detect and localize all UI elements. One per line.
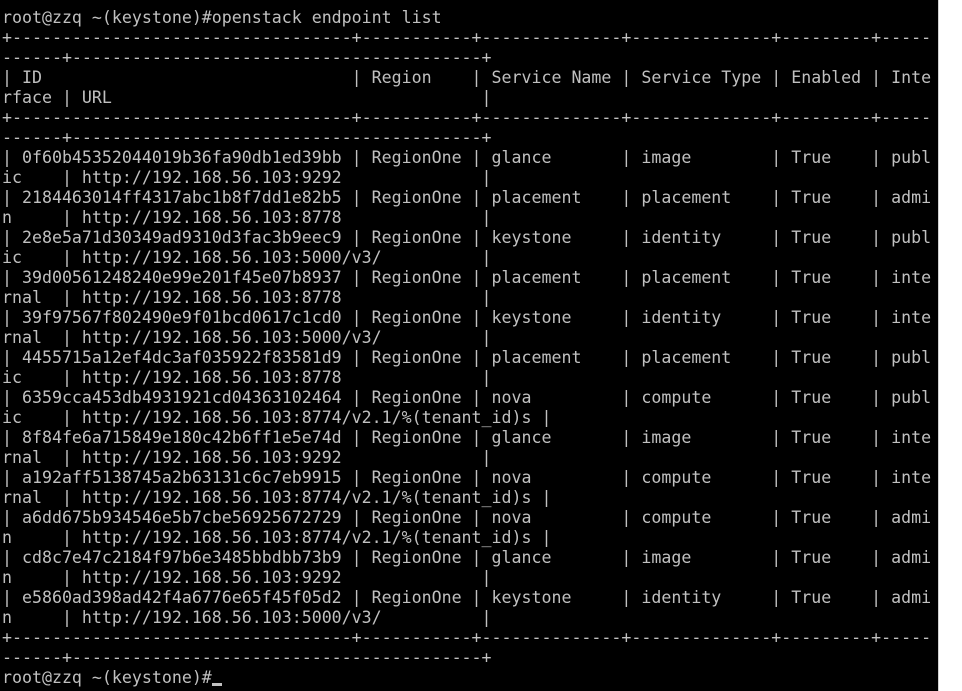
table-row-wrap: rnal | http://192.168.56.103:5000/v3/ | bbox=[2, 328, 492, 347]
prompt-line[interactable]: root@zzq ~(keystone)# bbox=[2, 668, 222, 688]
table-row-wrap: n | http://192.168.56.103:8778 | bbox=[2, 208, 492, 227]
table-row: | cd8c7e47c2184f97b6e3485bbdbb73b9 | Reg… bbox=[2, 548, 932, 567]
table-row: | 2e8e5a71d30349ad9310d3fac3b9eec9 | Reg… bbox=[2, 228, 932, 247]
table-row-wrap: rnal | http://192.168.56.103:8774/v2.1/%… bbox=[2, 488, 552, 507]
table-row-wrap: ic | http://192.168.56.103:8774/v2.1/%(t… bbox=[2, 408, 552, 427]
table-row-wrap: ic | http://192.168.56.103:5000/v3/ | bbox=[2, 248, 492, 267]
table-border-bottom: +----------------------------------+----… bbox=[2, 628, 932, 647]
table-row: | 2184463014ff4317abc1b8f7dd1e82b5 | Reg… bbox=[2, 188, 932, 207]
table-row-wrap: n | http://192.168.56.103:5000/v3/ | bbox=[2, 608, 492, 627]
table-row-wrap: n | http://192.168.56.103:8774/v2.1/%(te… bbox=[2, 528, 552, 547]
table-row-wrap: rnal | http://192.168.56.103:9292 | bbox=[2, 448, 492, 467]
table-row: | a6dd675b934546e5b7cbe56925672729 | Reg… bbox=[2, 508, 932, 527]
table-border-top-wrap: ------+---------------------------------… bbox=[2, 48, 492, 67]
table-row: | 39d00561248240e99e201f45e07b8937 | Reg… bbox=[2, 268, 932, 287]
table-border-mid: +----------------------------------+----… bbox=[2, 108, 932, 127]
table-row-wrap: rnal | http://192.168.56.103:8778 | bbox=[2, 288, 492, 307]
table-border-bottom-wrap: ------+---------------------------------… bbox=[2, 648, 492, 667]
table-row: | 8f84fe6a715849e180c42b6ff1e5e74d | Reg… bbox=[2, 428, 932, 447]
table-row: | e5860ad398ad42f4a6776e65f45f05d2 | Reg… bbox=[2, 588, 932, 607]
vertical-scrollbar[interactable] bbox=[938, 0, 962, 691]
table-header-wrap: rface | URL | bbox=[2, 88, 492, 107]
table-border-mid-wrap: ------+---------------------------------… bbox=[2, 128, 492, 147]
table-row-wrap: n | http://192.168.56.103:9292 | bbox=[2, 568, 492, 587]
table-row-wrap: ic | http://192.168.56.103:8778 | bbox=[2, 368, 492, 387]
table-header: | ID | Region | Service Name | Service T… bbox=[2, 68, 932, 87]
table-row: | a192aff5138745a2b63131c6c7eb9915 | Reg… bbox=[2, 468, 932, 487]
command-line: root@zzq ~(keystone)#openstack endpoint … bbox=[2, 8, 442, 27]
table-row-wrap: ic | http://192.168.56.103:9292 | bbox=[2, 168, 492, 187]
table-row: | 6359cca453db4931921cd04363102464 | Reg… bbox=[2, 388, 932, 407]
table-row: | 0f60b45352044019b36fa90db1ed39bb | Reg… bbox=[2, 148, 932, 167]
table-border-top: +----------------------------------+----… bbox=[2, 28, 932, 47]
terminal-window[interactable]: root@zzq ~(keystone)#openstack endpoint … bbox=[0, 0, 938, 691]
table-row: | 39f97567f802490e9f01bcd0617c1cd0 | Reg… bbox=[2, 308, 932, 327]
prompt-text: root@zzq ~(keystone)# bbox=[2, 668, 212, 687]
table-row: | 4455715a12ef4dc3af035922f83581d9 | Reg… bbox=[2, 348, 932, 367]
text-cursor bbox=[211, 683, 222, 686]
